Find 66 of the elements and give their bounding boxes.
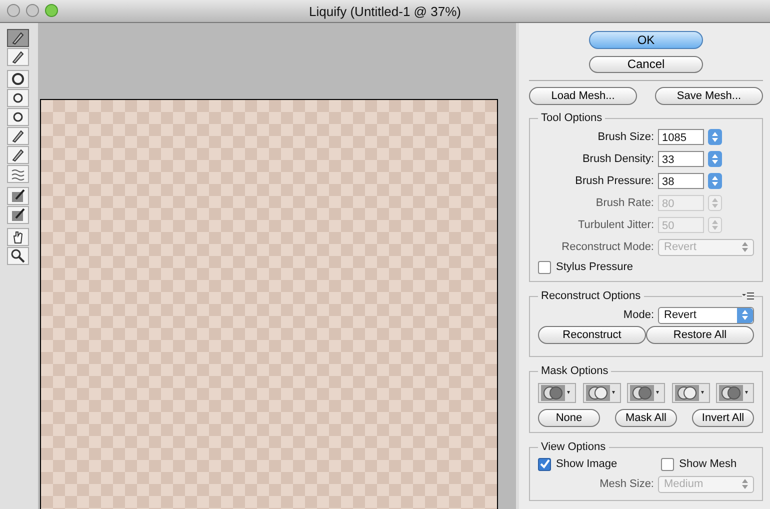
field-label: Reconstruct Mode: [562,241,654,253]
stepper-icon[interactable] [708,151,722,167]
mesh-button[interactable]: Save Mesh... [655,87,763,105]
pencil-icon [10,128,26,144]
field-label: Mode: [623,309,654,321]
mask-mode-button[interactable] [538,383,576,403]
tool-button[interactable] [7,29,29,47]
tool-button[interactable] [7,108,29,126]
checkbox-label: Show Image [556,458,618,470]
tool-button[interactable] [7,165,29,183]
field-label: Turbulent Jitter: [578,219,654,231]
tool-button[interactable] [7,146,29,164]
mask-button[interactable]: Mask All [615,409,677,427]
stepper-icon [742,479,748,489]
number-field[interactable]: 1085 [658,129,704,145]
reconstruct-button[interactable]: Restore All [646,326,754,344]
tool-button[interactable] [7,247,29,265]
minimize-button[interactable] [26,4,39,17]
close-button[interactable] [7,4,20,17]
mask-button[interactable]: Invert All [692,409,754,427]
checkbox[interactable] [661,458,674,470]
reconstruct-button[interactable]: Reconstruct [538,326,646,344]
mask-mode-button[interactable] [672,383,710,403]
group-title: View Options [540,441,607,453]
mask-mode-button[interactable] [582,383,620,403]
tool-button[interactable] [7,70,29,88]
zoom-icon [10,248,26,264]
checkbox-label: Show Mesh [679,458,737,470]
tool-button[interactable] [7,127,29,145]
checkbox[interactable] [538,458,551,470]
stepper-icon [742,310,748,320]
stepper-icon[interactable] [708,173,722,189]
mask-button[interactable]: None [538,409,600,427]
group-title: Reconstruct Options [540,290,642,302]
mask-mode-button[interactable] [716,383,754,403]
mesh-button[interactable]: Load Mesh... [529,87,637,105]
group-title: Tool Options [540,112,604,124]
pencil-icon [10,30,26,46]
number-field[interactable]: 38 [658,173,704,189]
zoom-button[interactable] [45,4,58,17]
field-label: Brush Pressure: [575,175,654,187]
field-label: Brush Density: [582,153,654,165]
tool-button[interactable] [7,89,29,107]
brush-icon [10,207,26,223]
mask-mode-button[interactable] [627,383,665,403]
tool-button[interactable] [7,48,29,66]
checkbox[interactable] [538,260,551,274]
field-label: Brush Size: [598,131,654,143]
number-field[interactable]: 33 [658,151,704,167]
field-label: Mesh Size: [600,478,654,490]
ok-button[interactable]: OK [589,31,703,48]
brush-icon [10,188,26,204]
stepper-icon[interactable] [708,129,722,145]
pencil-icon [10,49,26,65]
tool-button[interactable] [7,187,29,205]
cancel-button[interactable]: Cancel [589,56,703,73]
mode-select[interactable]: Revert [658,306,754,324]
group-title: Mask Options [540,365,610,377]
stepper-icon [742,242,748,252]
checkbox-label: Stylus Pressure [556,261,634,273]
window-title: Liquify (Untitled-1 @ 37%) [309,4,461,18]
tool-button[interactable] [7,206,29,224]
pencil-icon [10,147,26,163]
tool-button[interactable] [7,228,29,246]
ring-icon [10,71,26,87]
field-label: Brush Rate: [596,197,654,209]
